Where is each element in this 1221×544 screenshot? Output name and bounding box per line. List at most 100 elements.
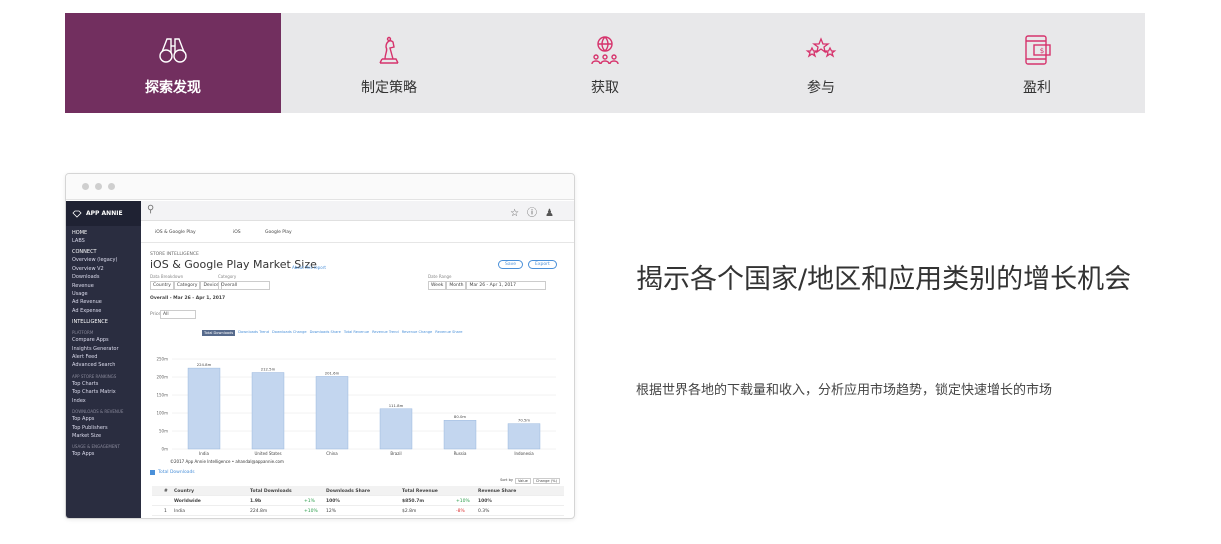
sidebar-item[interactable]: Alert Feed [66,353,141,361]
sort-control: Sort by Value Change (%) [500,478,560,484]
x-tick-label: China [326,451,338,456]
window-dot [82,183,89,190]
sidebar-item[interactable]: Downloads [66,273,141,281]
tab-engage[interactable]: 参与 [713,13,929,113]
metric-tab[interactable]: Total Downloads [202,330,236,336]
chess-piece-icon [379,36,399,64]
tab-monetize[interactable]: $ 盈利 [929,13,1145,113]
sidebar-item[interactable]: Compare Apps [66,336,141,344]
sidebar-item[interactable]: Ad Expense [66,307,141,315]
window-dot [95,183,102,190]
chart-bar [315,376,349,450]
y-tick-label: 100m [156,411,168,416]
sidebar-item[interactable]: Ad Revenue [66,298,141,306]
legend-label: Total Downloads [158,470,195,475]
bar-value-label: 212.5m [261,367,276,372]
tab-acquire[interactable]: 获取 [497,13,713,113]
date-range-value[interactable]: Mar 26 - Apr 1, 2017 [466,281,547,290]
sidebar-intelligence: INTELLIGENCE [72,319,108,326]
downloads-bar-chart: 250m 200m 150m 100m 50m 0m 224.8m India 212.5m Un… [156,357,556,456]
col-header[interactable]: Revenue Share [478,489,516,494]
tab-discover[interactable]: 探索发现 [65,13,281,113]
sidebar-item[interactable]: Top Charts Matrix [66,388,141,396]
cell-country: India [174,509,186,514]
breakdown-country[interactable]: Country [150,281,174,290]
tab-ios-google-play[interactable]: iOS & Google Play [155,230,196,235]
y-tick-label: 50m [159,429,168,434]
help-icon[interactable]: ⓘ [527,208,545,219]
y-tick-label: 200m [156,375,168,380]
date-week[interactable]: Week [428,281,447,290]
sidebar-home[interactable]: HOME [66,226,141,237]
save-button[interactable]: Save [498,260,524,269]
sidebar-item[interactable]: Insights Generator [66,345,141,353]
category-select[interactable]: Overall [218,281,270,290]
mock-topbar: ⚲ ☆ⓘ♟ [141,201,574,221]
col-header[interactable]: Country [174,489,194,494]
tab-google-play[interactable]: Google Play [265,230,292,235]
breakdown-category[interactable]: Category [173,281,201,290]
sidebar-item[interactable]: Advanced Search [66,361,141,369]
metric-tab[interactable]: Revenue Trend [372,330,399,336]
about-link[interactable]: About this report [292,265,326,270]
user-icon[interactable]: ♟ [545,208,562,219]
y-tick-label: 0m [162,447,169,452]
cell-revenue-change: -8% [456,509,465,514]
price-select[interactable]: All [160,310,196,319]
metric-tab[interactable]: Downloads Change [272,330,307,336]
sidebar-item[interactable]: Top Publishers [66,424,141,432]
metric-tab[interactable]: Downloads Trend [238,330,269,336]
sort-value[interactable]: Value [515,478,531,484]
sidebar-item[interactable]: Top Apps [66,450,141,458]
export-button[interactable]: Export [528,260,557,269]
sidebar-item[interactable]: Overview (legacy) [66,256,141,264]
metric-tab[interactable]: Downloads Share [310,330,341,336]
svg-text:$: $ [1040,47,1044,55]
search-icon[interactable]: ⚲ [147,204,154,215]
legend-swatch [150,470,155,475]
cell-change: +1% [304,499,315,504]
feature-headline: 揭示各个国家/地区和应用类别的增长机会 [636,264,1132,295]
cell-revenue-change: +10% [456,499,470,504]
tab-label: 探索发现 [145,80,201,96]
sidebar-item[interactable]: Top Charts [66,380,141,388]
date-month[interactable]: Month [446,281,467,290]
sidebar-item[interactable]: Overview V2 [66,265,141,273]
sidebar-section: PLATFORM [72,330,94,336]
metric-tab[interactable]: Revenue Change [402,330,433,336]
sidebar-item[interactable]: Top Apps [66,415,141,423]
window-dot [108,183,115,190]
sidebar-item[interactable]: Market Size [66,432,141,440]
metric-tab[interactable]: Revenue Share [435,330,462,336]
sort-change[interactable]: Change (%) [532,478,560,484]
table-header-row: # Country Total Downloads Downloads Shar… [152,486,564,496]
table-row[interactable]: 1 India 224.8m +10% 12% $2.8m -8% 0.3% [152,506,564,516]
chart-bar [251,372,285,450]
sidebar-item[interactable]: Usage [66,290,141,298]
mock-sidebar: APP ANNIE HOME LABS CONNECT Overview (le… [66,201,141,518]
cell-revenue-share: 0.3% [478,509,490,514]
star-icon[interactable]: ☆ [510,208,527,219]
table-row[interactable]: Worldwide 1.9b +1% 100% $850.7m +10% 100… [152,496,564,506]
feature-description: 根据世界各地的下载量和收入，分析应用市场趋势，锁定快速增长的市场 [636,383,1053,398]
col-header[interactable]: Total Revenue [402,489,438,494]
col-header: # [164,489,168,494]
tab-label: 制定策略 [361,80,417,96]
cell-revenue: $2.8m [402,509,417,514]
bar-value-label: 111.8m [389,403,404,408]
breakdown-toggle: Country Category Device [150,281,222,290]
col-header[interactable]: Downloads Share [326,489,370,494]
bar-value-label: 70.5m [518,418,530,423]
tab-ios[interactable]: iOS [233,230,241,235]
sidebar-labs[interactable]: LABS [66,237,141,245]
bar-value-label: 80.0m [454,414,466,419]
sidebar-item[interactable]: Revenue [66,282,141,290]
cell-change: +10% [304,509,318,514]
x-tick-label: Russia [454,451,467,456]
cell-rank: 1 [164,509,167,514]
col-header[interactable]: Total Downloads [250,489,292,494]
sidebar-item[interactable]: Index [66,397,141,405]
metric-tab[interactable]: Total Revenue [344,330,369,336]
tab-strategy[interactable]: 制定策略 [281,13,497,113]
feature-tabs: 探索发现 制定策略 获取 参与 $ 盈利 [65,13,1145,113]
